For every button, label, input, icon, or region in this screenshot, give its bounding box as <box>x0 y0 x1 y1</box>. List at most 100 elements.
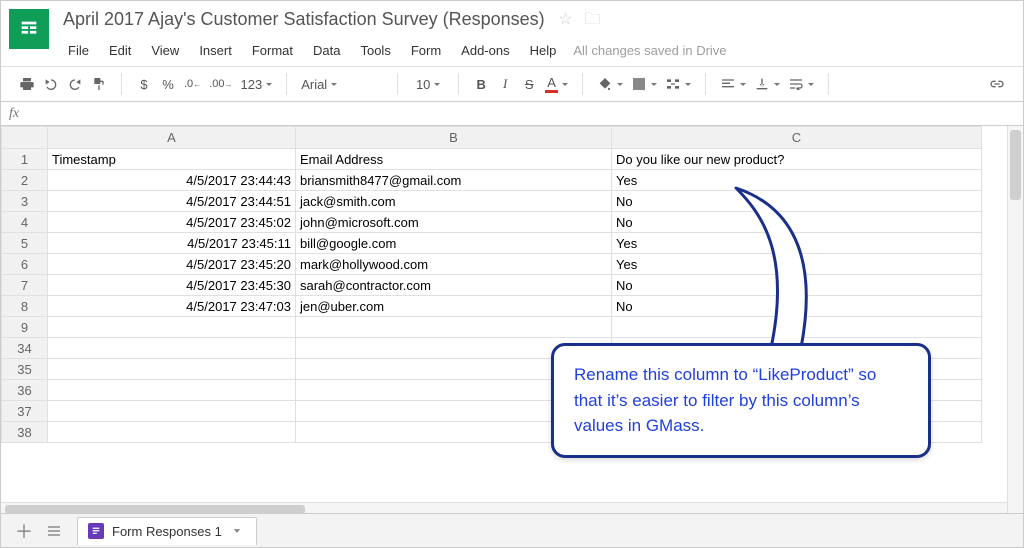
strike-button[interactable]: S <box>517 72 541 96</box>
cell[interactable]: sarah@contractor.com <box>296 275 612 296</box>
bold-button[interactable]: B <box>469 72 493 96</box>
cell[interactable]: john@microsoft.com <box>296 212 612 233</box>
table-row: 64/5/2017 23:45:20mark@hollywood.comYes <box>2 254 982 275</box>
col-header-c[interactable]: C <box>612 127 982 149</box>
cell[interactable] <box>48 422 296 443</box>
wrap-button[interactable] <box>784 72 818 96</box>
cell[interactable] <box>48 338 296 359</box>
row-header[interactable]: 3 <box>2 191 48 212</box>
halign-button[interactable] <box>716 72 750 96</box>
menu-help[interactable]: Help <box>521 39 566 62</box>
row-header[interactable]: 8 <box>2 296 48 317</box>
cell[interactable]: briansmith8477@gmail.com <box>296 170 612 191</box>
col-header-b[interactable]: B <box>296 127 612 149</box>
cell[interactable]: Yes <box>612 254 982 275</box>
cell[interactable]: mark@hollywood.com <box>296 254 612 275</box>
cell[interactable]: Do you like our new product? <box>612 149 982 170</box>
cell[interactable]: Yes <box>612 170 982 191</box>
cell[interactable]: bill@google.com <box>296 233 612 254</box>
cell[interactable]: 4/5/2017 23:45:02 <box>48 212 296 233</box>
print-button[interactable] <box>15 72 39 96</box>
menu-form[interactable]: Form <box>402 39 450 62</box>
row-header[interactable]: 1 <box>2 149 48 170</box>
font-name-dropdown[interactable]: Arial <box>297 72 387 96</box>
sheets-icon <box>18 18 40 40</box>
cell[interactable] <box>48 401 296 422</box>
number-format-dropdown[interactable]: 123 <box>236 72 276 96</box>
cell[interactable]: jack@smith.com <box>296 191 612 212</box>
menu-format[interactable]: Format <box>243 39 302 62</box>
merge-icon <box>665 76 681 92</box>
cell[interactable] <box>612 317 982 338</box>
cell[interactable]: 4/5/2017 23:44:43 <box>48 170 296 191</box>
cell[interactable] <box>296 317 612 338</box>
row-header[interactable]: 6 <box>2 254 48 275</box>
cell[interactable]: 4/5/2017 23:45:20 <box>48 254 296 275</box>
cell[interactable]: Yes <box>612 233 982 254</box>
menu-view[interactable]: View <box>142 39 188 62</box>
menu-insert[interactable]: Insert <box>190 39 241 62</box>
formula-bar[interactable]: fx <box>1 102 1023 126</box>
merge-button[interactable] <box>661 72 695 96</box>
text-color-button[interactable]: A <box>541 72 572 96</box>
star-icon[interactable]: ☆ <box>558 11 572 28</box>
italic-button[interactable]: I <box>493 72 517 96</box>
table-row: 54/5/2017 23:45:11bill@google.comYes <box>2 233 982 254</box>
add-sheet-button[interactable]: ＋ <box>9 518 39 544</box>
redo-button[interactable] <box>63 72 87 96</box>
row-header[interactable]: 36 <box>2 380 48 401</box>
cell[interactable]: 4/5/2017 23:45:11 <box>48 233 296 254</box>
row-header[interactable]: 2 <box>2 170 48 191</box>
halign-icon <box>720 76 736 92</box>
select-all-corner[interactable] <box>2 127 48 149</box>
inc-decimal-button[interactable]: .00→ <box>205 72 236 96</box>
format-currency-button[interactable]: $ <box>132 72 156 96</box>
undo-button[interactable] <box>39 72 63 96</box>
cell[interactable] <box>48 317 296 338</box>
cell[interactable]: 4/5/2017 23:47:03 <box>48 296 296 317</box>
sheet-tab-form-responses[interactable]: Form Responses 1 <box>77 517 257 545</box>
font-size-dropdown[interactable]: 10 <box>408 72 448 96</box>
menu-edit[interactable]: Edit <box>100 39 140 62</box>
borders-button[interactable] <box>627 72 661 96</box>
cell[interactable]: Email Address <box>296 149 612 170</box>
wrap-icon <box>788 76 804 92</box>
menu-file[interactable]: File <box>59 39 98 62</box>
cell[interactable]: No <box>612 296 982 317</box>
row-header[interactable]: 38 <box>2 422 48 443</box>
vertical-scrollbar[interactable] <box>1007 126 1023 516</box>
col-header-a[interactable]: A <box>48 127 296 149</box>
row-header[interactable]: 5 <box>2 233 48 254</box>
row-header[interactable]: 9 <box>2 317 48 338</box>
folder-icon[interactable]: 🗀 <box>584 11 600 28</box>
row-header[interactable]: 4 <box>2 212 48 233</box>
fill-color-button[interactable] <box>593 72 627 96</box>
cell[interactable]: jen@uber.com <box>296 296 612 317</box>
all-sheets-button[interactable] <box>39 518 69 544</box>
cell[interactable]: 4/5/2017 23:44:51 <box>48 191 296 212</box>
insert-link-button[interactable] <box>985 72 1009 96</box>
cell[interactable] <box>48 380 296 401</box>
valign-button[interactable] <box>750 72 784 96</box>
menu-addons[interactable]: Add-ons <box>452 39 518 62</box>
row-header[interactable]: 7 <box>2 275 48 296</box>
row-header[interactable]: 35 <box>2 359 48 380</box>
cell[interactable]: No <box>612 212 982 233</box>
sheet-tab-menu-icon[interactable] <box>234 529 240 533</box>
row-header[interactable]: 34 <box>2 338 48 359</box>
cell[interactable]: No <box>612 275 982 296</box>
dec-decimal-button[interactable]: .0← <box>180 72 205 96</box>
paint-format-icon <box>91 76 107 92</box>
menu-tools[interactable]: Tools <box>351 39 399 62</box>
menubar: File Edit View Insert Format Data Tools … <box>59 35 1015 66</box>
cell[interactable]: 4/5/2017 23:45:30 <box>48 275 296 296</box>
cell[interactable]: No <box>612 191 982 212</box>
format-percent-button[interactable]: % <box>156 72 180 96</box>
paint-format-button[interactable] <box>87 72 111 96</box>
sheets-logo[interactable] <box>9 9 49 49</box>
cell[interactable]: Timestamp <box>48 149 296 170</box>
cell[interactable] <box>48 359 296 380</box>
row-header[interactable]: 37 <box>2 401 48 422</box>
menu-data[interactable]: Data <box>304 39 349 62</box>
doc-title[interactable]: April 2017 Ajay's Customer Satisfaction … <box>59 7 549 32</box>
